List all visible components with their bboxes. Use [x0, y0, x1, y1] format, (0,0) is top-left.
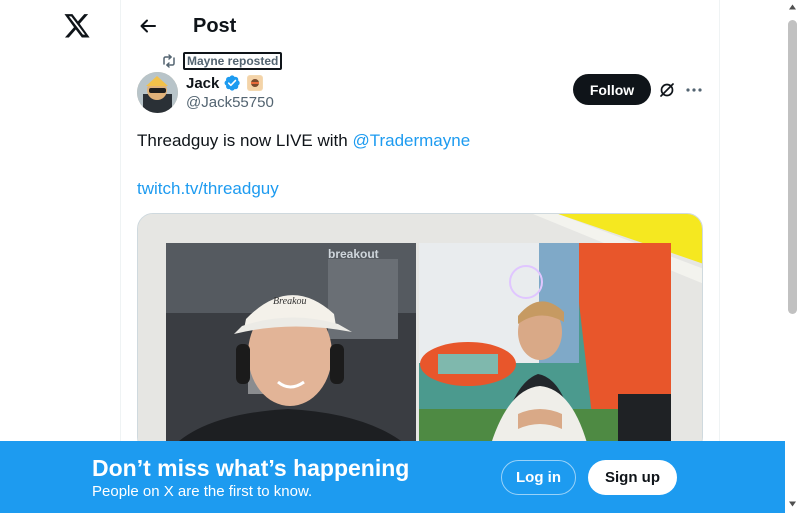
banner-subtitle: People on X are the first to know. — [92, 483, 313, 500]
more-icon[interactable] — [684, 80, 704, 100]
verified-badge-icon — [223, 74, 241, 92]
arrow-left-icon — [140, 19, 156, 33]
author-name[interactable]: Jack — [186, 75, 219, 92]
mention-link[interactable]: @Tradermayne — [352, 131, 470, 150]
banner-title: Don’t miss what’s happening — [92, 455, 410, 481]
x-logo-icon[interactable] — [60, 10, 94, 44]
cap-text: Breakou — [273, 296, 307, 307]
media-overlay-text: breakout — [328, 247, 379, 261]
follow-button[interactable]: Follow — [573, 74, 651, 105]
signup-banner: Don’t miss what’s happening People on X … — [0, 441, 785, 513]
page-scrollbar[interactable] — [785, 0, 800, 513]
signup-button[interactable]: Sign up — [588, 460, 677, 495]
scrollbar-thumb[interactable] — [788, 20, 797, 314]
scroll-down-arrow-icon[interactable] — [788, 500, 797, 508]
post-text: Threadguy is now LIVE with @Tradermayne — [137, 130, 697, 152]
avatar[interactable] — [137, 72, 178, 113]
left-rail — [0, 0, 120, 513]
grok-icon[interactable] — [657, 80, 677, 100]
repost-context: Mayne reposted — [161, 52, 283, 70]
back-button[interactable] — [133, 11, 163, 41]
post-url-link[interactable]: twitch.tv/threadguy — [137, 178, 279, 200]
author-info: Jack @Jack55750 — [186, 73, 274, 113]
post-text-body: Threadguy is now LIVE with — [137, 131, 353, 150]
page-title: Post — [193, 15, 237, 37]
post-media-image[interactable]: Breakou breakout — [137, 213, 703, 453]
top-bar: Post — [121, 0, 721, 53]
login-button[interactable]: Log in — [501, 460, 576, 495]
main-column: Post Mayne reposted Jack @Jack55750 Foll… — [120, 0, 720, 513]
repost-label-link[interactable]: Mayne reposted — [183, 52, 283, 70]
author-handle[interactable]: @Jack55750 — [186, 93, 274, 113]
scroll-up-arrow-icon[interactable] — [788, 3, 797, 11]
repost-icon — [161, 53, 177, 69]
affiliate-badge-icon[interactable] — [247, 75, 264, 91]
